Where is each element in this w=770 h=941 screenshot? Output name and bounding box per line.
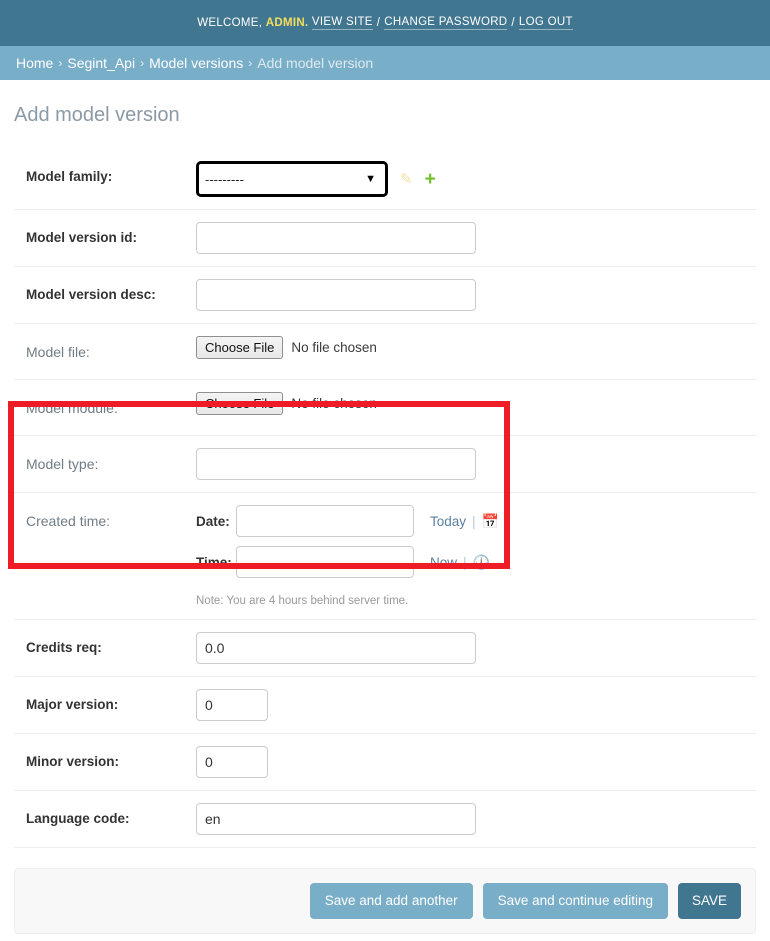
model-module-status: No file chosen	[291, 396, 377, 411]
form-row-model-module: Model module: Choose File No file chosen	[14, 380, 756, 436]
label-time: Time:	[196, 554, 232, 570]
now-link[interactable]: Now	[430, 555, 457, 570]
submit-row: Save and add another Save and continue e…	[14, 868, 756, 934]
breadcrumb-item-segint-api[interactable]: Segint_Api	[67, 55, 135, 71]
label-language-code: Language code:	[26, 811, 130, 826]
change-password-link[interactable]: CHANGE PASSWORD	[384, 16, 508, 30]
major-version-input[interactable]	[196, 689, 268, 721]
clock-icon[interactable]: 🕛	[473, 555, 490, 569]
label-model-version-desc: Model version desc:	[26, 287, 156, 302]
label-created-time: Created time:	[26, 513, 111, 529]
breadcrumb-separator: ›	[58, 56, 63, 70]
model-family-select[interactable]: ---------	[196, 161, 388, 197]
breadcrumb: Home › Segint_Api › Model versions › Add…	[0, 46, 770, 80]
breadcrumb-item-current: Add model version	[257, 55, 374, 71]
save-and-continue-editing-button[interactable]: Save and continue editing	[482, 883, 668, 919]
label-major-version: Major version:	[26, 697, 119, 712]
calendar-icon[interactable]: 📅	[482, 514, 499, 528]
breadcrumb-item-model-versions[interactable]: Model versions	[149, 55, 243, 71]
form-row-created-time: Created time: Date: Today | 📅 Time: Now …	[14, 493, 756, 620]
model-type-input[interactable]	[196, 448, 476, 480]
minor-version-input[interactable]	[196, 746, 268, 778]
breadcrumb-item-home[interactable]: Home	[16, 55, 53, 71]
form-row-model-version-desc: Model version desc:	[14, 267, 756, 324]
language-code-input[interactable]	[196, 803, 476, 835]
main-content: Add model version Model family: --------…	[0, 80, 770, 934]
model-version-id-input[interactable]	[196, 222, 476, 254]
model-file-control: Choose File No file chosen	[196, 336, 377, 359]
view-site-link[interactable]: VIEW SITE	[311, 16, 373, 30]
label-date: Date:	[196, 513, 230, 529]
date-shortcuts: Today | 📅	[430, 514, 499, 529]
page-title: Add model version	[14, 104, 180, 126]
created-time-line: Time: Now | 🕛	[196, 546, 499, 578]
link-separator-1: /	[376, 17, 381, 29]
label-model-module: Model module:	[26, 400, 118, 416]
form-row-credits-req: Credits req:	[14, 620, 756, 677]
model-module-control: Choose File No file chosen	[196, 392, 377, 415]
shortcut-separator: |	[472, 513, 476, 529]
created-date-input[interactable]	[236, 505, 414, 537]
save-and-add-another-button[interactable]: Save and add another	[309, 883, 473, 919]
created-time-input[interactable]	[236, 546, 414, 578]
log-out-link[interactable]: LOG OUT	[518, 16, 573, 30]
model-file-choose-button[interactable]: Choose File	[196, 336, 284, 359]
label-credits-req: Credits req:	[26, 640, 102, 655]
breadcrumb-separator: ›	[140, 56, 145, 70]
form-row-model-family: Model family: --------- ▼ ✎ +	[14, 149, 756, 210]
time-shortcuts: Now | 🕛	[430, 555, 490, 570]
form-row-model-type: Model type:	[14, 436, 756, 493]
model-file-status: No file chosen	[291, 340, 377, 355]
created-time-block: Date: Today | 📅 Time: Now | 🕛 Note: You …	[196, 505, 499, 607]
model-module-choose-button[interactable]: Choose File	[196, 392, 284, 415]
user-tools-bar: WELCOME, ADMIN. VIEW SITE / CHANGE PASSWOR…	[0, 0, 770, 46]
username-label: ADMIN.	[265, 17, 309, 29]
form-row-model-version-id: Model version id:	[14, 210, 756, 267]
today-link[interactable]: Today	[430, 514, 466, 529]
add-model-version-form: Model family: --------- ▼ ✎ + Model vers…	[14, 149, 756, 934]
label-model-version-id: Model version id:	[26, 230, 138, 245]
link-separator-2: /	[511, 17, 515, 29]
label-model-type: Model type:	[26, 456, 99, 472]
save-button[interactable]: SAVE	[677, 883, 741, 919]
credits-req-input[interactable]	[196, 632, 476, 664]
form-row-language-code: Language code:	[14, 791, 756, 848]
shortcut-separator: |	[463, 554, 467, 570]
timezone-note: Note: You are 4 hours behind server time…	[196, 595, 409, 607]
pencil-icon[interactable]: ✎	[400, 172, 413, 187]
created-date-line: Date: Today | 📅	[196, 505, 499, 537]
label-model-family: Model family:	[26, 169, 113, 184]
form-row-model-file: Model file: Choose File No file chosen	[14, 324, 756, 380]
label-model-file: Model file:	[26, 344, 90, 360]
label-minor-version: Minor version:	[26, 754, 120, 769]
model-version-desc-input[interactable]	[196, 279, 476, 311]
form-row-minor-version: Minor version:	[14, 734, 756, 791]
model-family-select-wrapper: --------- ▼	[196, 161, 388, 197]
breadcrumb-separator: ›	[248, 56, 253, 70]
form-row-major-version: Major version:	[14, 677, 756, 734]
plus-icon[interactable]: +	[425, 170, 436, 189]
welcome-text: WELCOME,	[197, 17, 263, 29]
